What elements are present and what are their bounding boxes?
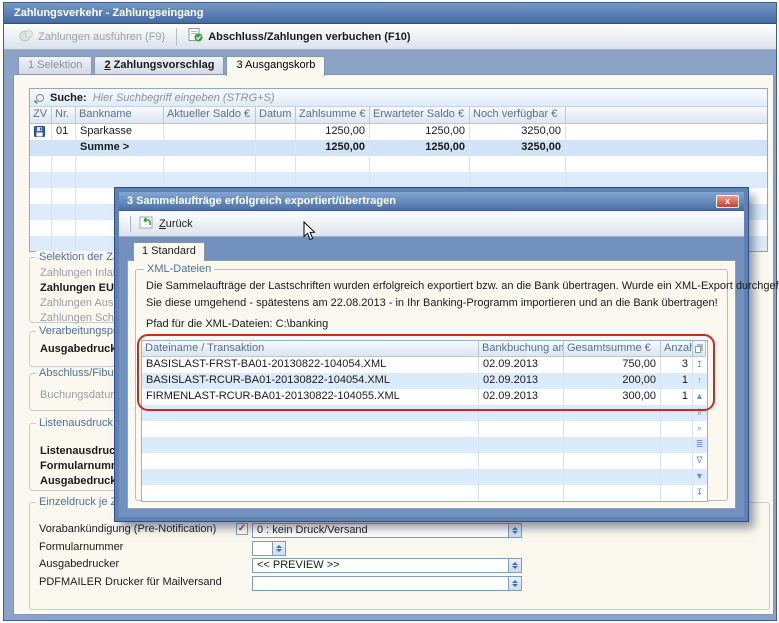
column-header[interactable]: Erwarteter Saldo € bbox=[370, 107, 470, 124]
filter-icon[interactable]: ∇ bbox=[693, 453, 706, 469]
column-header[interactable]: Nr. bbox=[52, 107, 76, 124]
back-icon bbox=[139, 216, 154, 232]
form-combo[interactable] bbox=[252, 576, 522, 591]
window-title: Zahlungsverkehr - Zahlungseingang bbox=[14, 7, 203, 19]
xml-file-row[interactable]: FIRMENLAST-RCUR-BA01-20130822-104055.XML… bbox=[142, 389, 707, 405]
search-icon[interactable]: ⌕ bbox=[693, 421, 706, 437]
empty-row: ∇ bbox=[142, 453, 707, 469]
empty-row: ▼ bbox=[142, 469, 707, 485]
back-button[interactable]: Zurück bbox=[139, 216, 193, 232]
column-header[interactable]: Noch verfügbar € bbox=[470, 107, 566, 124]
column-header[interactable]: Datum bbox=[256, 107, 296, 124]
mouse-cursor bbox=[303, 221, 316, 244]
tab-ausgangskorb[interactable]: 3 Ausgangskorb bbox=[226, 56, 325, 76]
form-label: Ausgabedrucker bbox=[39, 558, 119, 570]
form-combo[interactable] bbox=[252, 541, 286, 556]
row-up-icon[interactable]: ↑ bbox=[693, 373, 706, 389]
dialog-toolbar: Zurück bbox=[119, 211, 744, 237]
page-up-icon[interactable]: ▲ bbox=[693, 389, 706, 405]
column-header[interactable]: Bankname bbox=[76, 107, 164, 124]
search-label: Suche: bbox=[50, 92, 87, 104]
tab-selektion[interactable]: 1 Selektion bbox=[18, 56, 92, 74]
form-row: Vorabankündigung (Pre-Notification) ✓ 0 : … bbox=[14, 523, 755, 538]
column-header[interactable]: Anzahl bbox=[661, 341, 693, 357]
save-icon bbox=[30, 124, 52, 140]
form-label: PDFMAILER Drucker für Mailversand bbox=[39, 576, 222, 588]
empty-row bbox=[30, 156, 767, 172]
form-row: Formularnummer bbox=[14, 541, 755, 556]
spinner-icon[interactable] bbox=[508, 577, 521, 590]
execute-payments-icon bbox=[19, 29, 33, 45]
table-row[interactable]: 01Sparkasse1250,001250,003250,00 bbox=[30, 124, 767, 140]
copy-grid-icon[interactable] bbox=[693, 341, 706, 357]
xml-path-line: Pfad für die XML-Dateien: C:\banking bbox=[146, 318, 328, 330]
tab-standard[interactable]: 1 Standard bbox=[133, 242, 205, 261]
form-combo[interactable]: << PREVIEW >> bbox=[252, 558, 522, 573]
scroll-top-icon[interactable]: ↥ bbox=[693, 357, 706, 373]
empty-row bbox=[30, 172, 767, 188]
toolbar-separator bbox=[176, 28, 177, 46]
form-row: PDFMAILER Drucker für Mailversand bbox=[14, 576, 755, 591]
form-row: Ausgabedrucker << PREVIEW >> bbox=[14, 558, 755, 573]
summary-icon[interactable]: ≣ bbox=[693, 437, 706, 453]
standard-panel: XML-Dateien Die Sammelaufträge der Lasts… bbox=[127, 260, 736, 509]
search-input[interactable]: Hier Suchbegriff eingeben (STRG+S) bbox=[93, 92, 275, 104]
tab-zahlungsvorschlag[interactable]: 2 Zahlungsvorschlag bbox=[94, 56, 224, 74]
export-message-line2: Sie diese umgehend - spätestens am 22.08… bbox=[146, 297, 718, 309]
toolbar-grip bbox=[129, 216, 131, 232]
spinner-icon[interactable] bbox=[272, 542, 285, 555]
search-bar[interactable]: Suche: Hier Suchbegriff eingeben (STRG+S… bbox=[30, 89, 767, 107]
search-icon bbox=[36, 94, 44, 102]
pre-notification-checkbox[interactable]: ✓ bbox=[236, 523, 248, 535]
empty-row: ‖ bbox=[142, 405, 707, 421]
xml-files-groupbox: XML-Dateien Die Sammelaufträge der Lasts… bbox=[135, 269, 728, 501]
fit-columns-icon[interactable]: ‖ bbox=[693, 405, 706, 421]
summary-row: Summe >1250,001250,003250,00 bbox=[30, 140, 767, 156]
form-combo[interactable]: 0 : kein Druck/Versand bbox=[252, 523, 522, 538]
post-payments-button[interactable]: Abschluss/Zahlungen verbuchen (F10) bbox=[181, 26, 417, 47]
xml-file-row[interactable]: BASISLAST-RCUR-BA01-20130822-104054.XML0… bbox=[142, 373, 707, 389]
column-header[interactable]: ZV bbox=[30, 107, 52, 124]
bank-grid-header: ZVNr.BanknameAktueller Saldo €DatumZahls… bbox=[30, 107, 767, 124]
empty-row: ≣ bbox=[142, 437, 707, 453]
spinner-icon[interactable] bbox=[508, 559, 521, 572]
column-header[interactable]: Dateiname / Transaktion bbox=[142, 341, 479, 357]
scroll-bottom-icon[interactable]: ↧ bbox=[693, 485, 706, 501]
column-header-filler bbox=[566, 107, 767, 124]
export-message-line1: Die Sammelaufträge der Lastschriften wur… bbox=[146, 280, 779, 292]
column-header[interactable]: Gesamtsumme € bbox=[564, 341, 661, 357]
xml-table-header: Dateiname / TransaktionBankbuchung amGes… bbox=[142, 341, 707, 357]
close-icon[interactable]: x bbox=[716, 195, 739, 208]
execute-payments-button[interactable]: Zahlungen ausführen (F9) bbox=[12, 27, 172, 47]
column-header[interactable]: Zahlsumme € bbox=[296, 107, 370, 124]
xml-file-row[interactable]: BASISLAST-FRST-BA01-20130822-104054.XML0… bbox=[142, 357, 707, 373]
main-tabstrip: 1 Selektion 2 Zahlungsvorschlag 3 Ausgan… bbox=[18, 56, 327, 75]
empty-row: ↧ bbox=[142, 485, 707, 501]
dialog-titlebar: 3 Sammelaufträge erfolgreich exportiert/… bbox=[119, 192, 744, 211]
page-down-icon[interactable]: ▼ bbox=[693, 469, 706, 485]
export-result-dialog: 3 Sammelaufträge erfolgreich exportiert/… bbox=[115, 188, 748, 521]
dialog-title: 3 Sammelaufträge erfolgreich exportiert/… bbox=[127, 195, 396, 207]
main-toolbar: Zahlungen ausführen (F9) Abschluss/Zahlu… bbox=[4, 24, 776, 50]
dialog-body: 1 Standard XML-Dateien Die Sammelaufträg… bbox=[119, 237, 744, 516]
post-payments-icon bbox=[188, 28, 203, 45]
column-header[interactable]: Aktueller Saldo € bbox=[164, 107, 256, 124]
form-label: Vorabankündigung (Pre-Notification) bbox=[39, 523, 216, 535]
window-titlebar: Zahlungsverkehr - Zahlungseingang bbox=[4, 3, 776, 24]
form-label: Formularnummer bbox=[39, 541, 123, 553]
spinner-icon[interactable] bbox=[508, 524, 521, 537]
xml-files-table: Dateiname / TransaktionBankbuchung amGes… bbox=[141, 340, 708, 502]
empty-row: ⌕ bbox=[142, 421, 707, 437]
column-header[interactable]: Bankbuchung am bbox=[479, 341, 564, 357]
groupbox-legend: XML-Dateien bbox=[144, 263, 214, 275]
